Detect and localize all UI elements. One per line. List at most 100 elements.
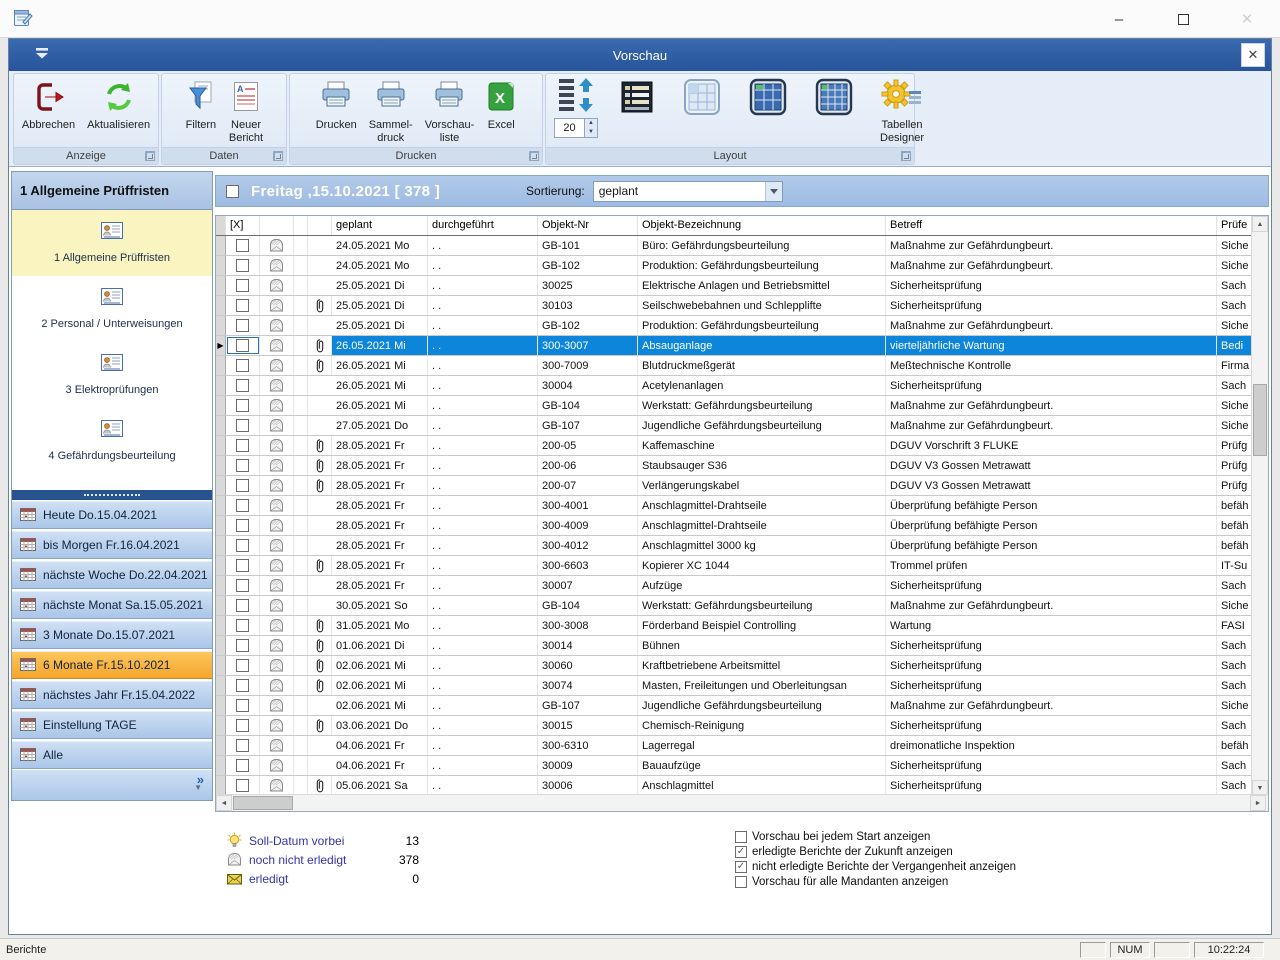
table-row[interactable]: 25.05.2021 Di . . GB-102 Produktion: Gef… [216, 316, 1268, 336]
scroll-up-icon[interactable]: ▲ [1252, 216, 1268, 232]
row-selector[interactable] [216, 336, 226, 355]
table-row[interactable]: 02.06.2021 Mi . . 30060 Kraftbetriebene … [216, 656, 1268, 676]
date-filter-button[interactable]: Einstellung TAGE [12, 711, 212, 739]
table-row[interactable]: 28.05.2021 Fr . . 300-6603 Kopierer XC 1… [216, 556, 1268, 576]
dialog-launcher-icon[interactable] [145, 151, 155, 161]
category-item[interactable]: 2 Personal / Unterweisungen [12, 276, 212, 342]
row-selector[interactable] [216, 256, 226, 275]
row-selector[interactable] [216, 356, 226, 375]
row-selector[interactable] [216, 496, 226, 515]
row-selector[interactable] [216, 236, 226, 255]
row-checkbox[interactable] [236, 419, 249, 432]
row-selector[interactable] [216, 516, 226, 535]
row-selector[interactable] [216, 616, 226, 635]
option-checkbox[interactable]: Vorschau für alle Mandanten anzeigen [735, 874, 1016, 889]
date-filter-button[interactable]: Heute Do.15.04.2021 [12, 501, 212, 529]
row-checkbox[interactable] [236, 739, 249, 752]
scroll-left-icon[interactable]: ◄ [216, 795, 232, 811]
list-view-button[interactable] [612, 76, 662, 118]
table-row[interactable]: 26.05.2021 Mi . . 30004 Acetylenanlagen … [216, 376, 1268, 396]
tabellen-designer-button[interactable]: Tabellen Designer [874, 76, 930, 147]
row-selector[interactable] [216, 316, 226, 335]
option-checkbox[interactable]: Vorschau bei jedem Start anzeigen [735, 829, 1016, 844]
column-header-durchgefuehrt[interactable]: durchgeführt [428, 216, 538, 235]
row-height-spinner[interactable]: 20 ▲▼ [554, 118, 598, 138]
table-row[interactable]: 04.06.2021 Fr . . 300-6310 Lagerregal dr… [216, 736, 1268, 756]
column-header-objekt-nr[interactable]: Objekt-Nr [538, 216, 638, 235]
grid-layout-button-1[interactable] [676, 76, 728, 118]
row-checkbox[interactable] [236, 339, 249, 352]
minimize-button[interactable]: – [1104, 7, 1134, 31]
table-row[interactable]: 25.05.2021 Di . . 30103 Seilschwebebahne… [216, 296, 1268, 316]
aktualisieren-button[interactable]: Aktualisieren [81, 76, 156, 134]
date-filter-button[interactable]: nächste Monat Sa.15.05.2021 [12, 591, 212, 619]
row-selector[interactable] [216, 656, 226, 675]
drucken-button[interactable]: Drucken [310, 76, 363, 134]
dialog-launcher-icon[interactable] [901, 151, 911, 161]
dialog-launcher-icon[interactable] [529, 151, 539, 161]
row-selector[interactable] [216, 756, 226, 775]
date-filter-button[interactable]: nächstes Jahr Fr.15.04.2022 [12, 681, 212, 709]
table-row[interactable]: 27.05.2021 Do . . GB-107 Jugendliche Gef… [216, 416, 1268, 436]
table-row[interactable]: 28.05.2021 Fr . . 200-05 Kaffemaschine D… [216, 436, 1268, 456]
table-row[interactable]: 24.05.2021 Mo . . GB-101 Büro: Gefährdun… [216, 236, 1268, 256]
table-row[interactable]: 28.05.2021 Fr . . 30007 Aufzüge Sicherhe… [216, 576, 1268, 596]
row-checkbox[interactable] [236, 619, 249, 632]
table-row[interactable]: 26.05.2021 Mi . . 300-7009 Blutdruckmeßg… [216, 356, 1268, 376]
column-header-status[interactable] [260, 216, 294, 235]
date-filter-button[interactable]: 6 Monate Fr.15.10.2021 [12, 651, 212, 679]
vertical-scrollbar[interactable]: ▲ ▼ [1251, 216, 1268, 796]
column-header-select[interactable]: [X] [226, 216, 260, 235]
row-checkbox[interactable] [236, 759, 249, 772]
row-checkbox[interactable] [236, 679, 249, 692]
row-checkbox[interactable] [236, 239, 249, 252]
table-row[interactable]: 28.05.2021 Fr . . 300-4001 Anschlagmitte… [216, 496, 1268, 516]
row-selector[interactable] [216, 676, 226, 695]
checkbox-icon[interactable] [735, 846, 747, 858]
table-row[interactable]: 26.05.2021 Mi . . GB-104 Werkstatt: Gefä… [216, 396, 1268, 416]
row-checkbox[interactable] [236, 479, 249, 492]
row-selector[interactable] [216, 536, 226, 555]
table-row[interactable]: 28.05.2021 Fr . . 300-4009 Anschlagmitte… [216, 516, 1268, 536]
column-header-objekt-bezeichnung[interactable]: Objekt-Bezeichnung [638, 216, 886, 235]
row-selector[interactable] [216, 776, 226, 795]
row-selector[interactable] [216, 456, 226, 475]
row-selector[interactable] [216, 276, 226, 295]
row-checkbox[interactable] [236, 779, 249, 792]
grid-layout-button-3[interactable] [808, 76, 860, 118]
abbrechen-button[interactable]: Abbrechen [16, 76, 81, 134]
row-checkbox[interactable] [236, 439, 249, 452]
table-row[interactable]: 28.05.2021 Fr . . 200-07 Verlängerungska… [216, 476, 1268, 496]
horizontal-scroll-thumb[interactable] [233, 796, 293, 810]
sammeldruck-button[interactable]: Sammel- druck [363, 76, 419, 147]
filtern-button[interactable]: Filtern [179, 76, 223, 134]
table-row[interactable]: 02.06.2021 Mi . . 30074 Masten, Freileit… [216, 676, 1268, 696]
row-checkbox[interactable] [236, 319, 249, 332]
spinner-arrows-icon[interactable]: ▲▼ [584, 119, 597, 137]
row-checkbox[interactable] [236, 579, 249, 592]
category-item[interactable]: 4 Gefährdungsbeurteilung [12, 408, 212, 474]
ribbon-close-button[interactable]: ✕ [1241, 43, 1265, 67]
table-row[interactable]: 31.05.2021 Mo . . 300-3008 Förderband Be… [216, 616, 1268, 636]
column-header-betreff[interactable]: Betreff [886, 216, 1217, 235]
row-selector[interactable] [216, 696, 226, 715]
chevron-down-icon[interactable]: ▼ [194, 783, 202, 792]
row-selector[interactable] [216, 296, 226, 315]
row-selector[interactable] [216, 736, 226, 755]
grid-layout-button-2[interactable] [742, 76, 794, 118]
table-row[interactable]: 28.05.2021 Fr . . 300-4012 Anschlagmitte… [216, 536, 1268, 556]
table-row[interactable]: 04.06.2021 Fr . . 30009 Bauaufzüge Siche… [216, 756, 1268, 776]
table-row[interactable]: 28.05.2021 Fr . . 200-06 Staubsauger S36… [216, 456, 1268, 476]
row-checkbox[interactable] [236, 279, 249, 292]
row-selector[interactable] [216, 416, 226, 435]
close-button[interactable]: ✕ [1232, 7, 1262, 31]
option-checkbox[interactable]: erledigte Berichte der Zukunft anzeigen [735, 844, 1016, 859]
row-checkbox[interactable] [236, 459, 249, 472]
table-row[interactable]: 03.06.2021 Do . . 30015 Chemisch-Reinigu… [216, 716, 1268, 736]
row-checkbox[interactable] [236, 599, 249, 612]
select-all-checkbox[interactable] [226, 185, 239, 198]
row-checkbox[interactable] [236, 299, 249, 312]
row-selector[interactable] [216, 396, 226, 415]
category-item[interactable]: 1 Allgemeine Prüffristen [12, 210, 212, 276]
table-row[interactable]: 24.05.2021 Mo . . GB-102 Produktion: Gef… [216, 256, 1268, 276]
